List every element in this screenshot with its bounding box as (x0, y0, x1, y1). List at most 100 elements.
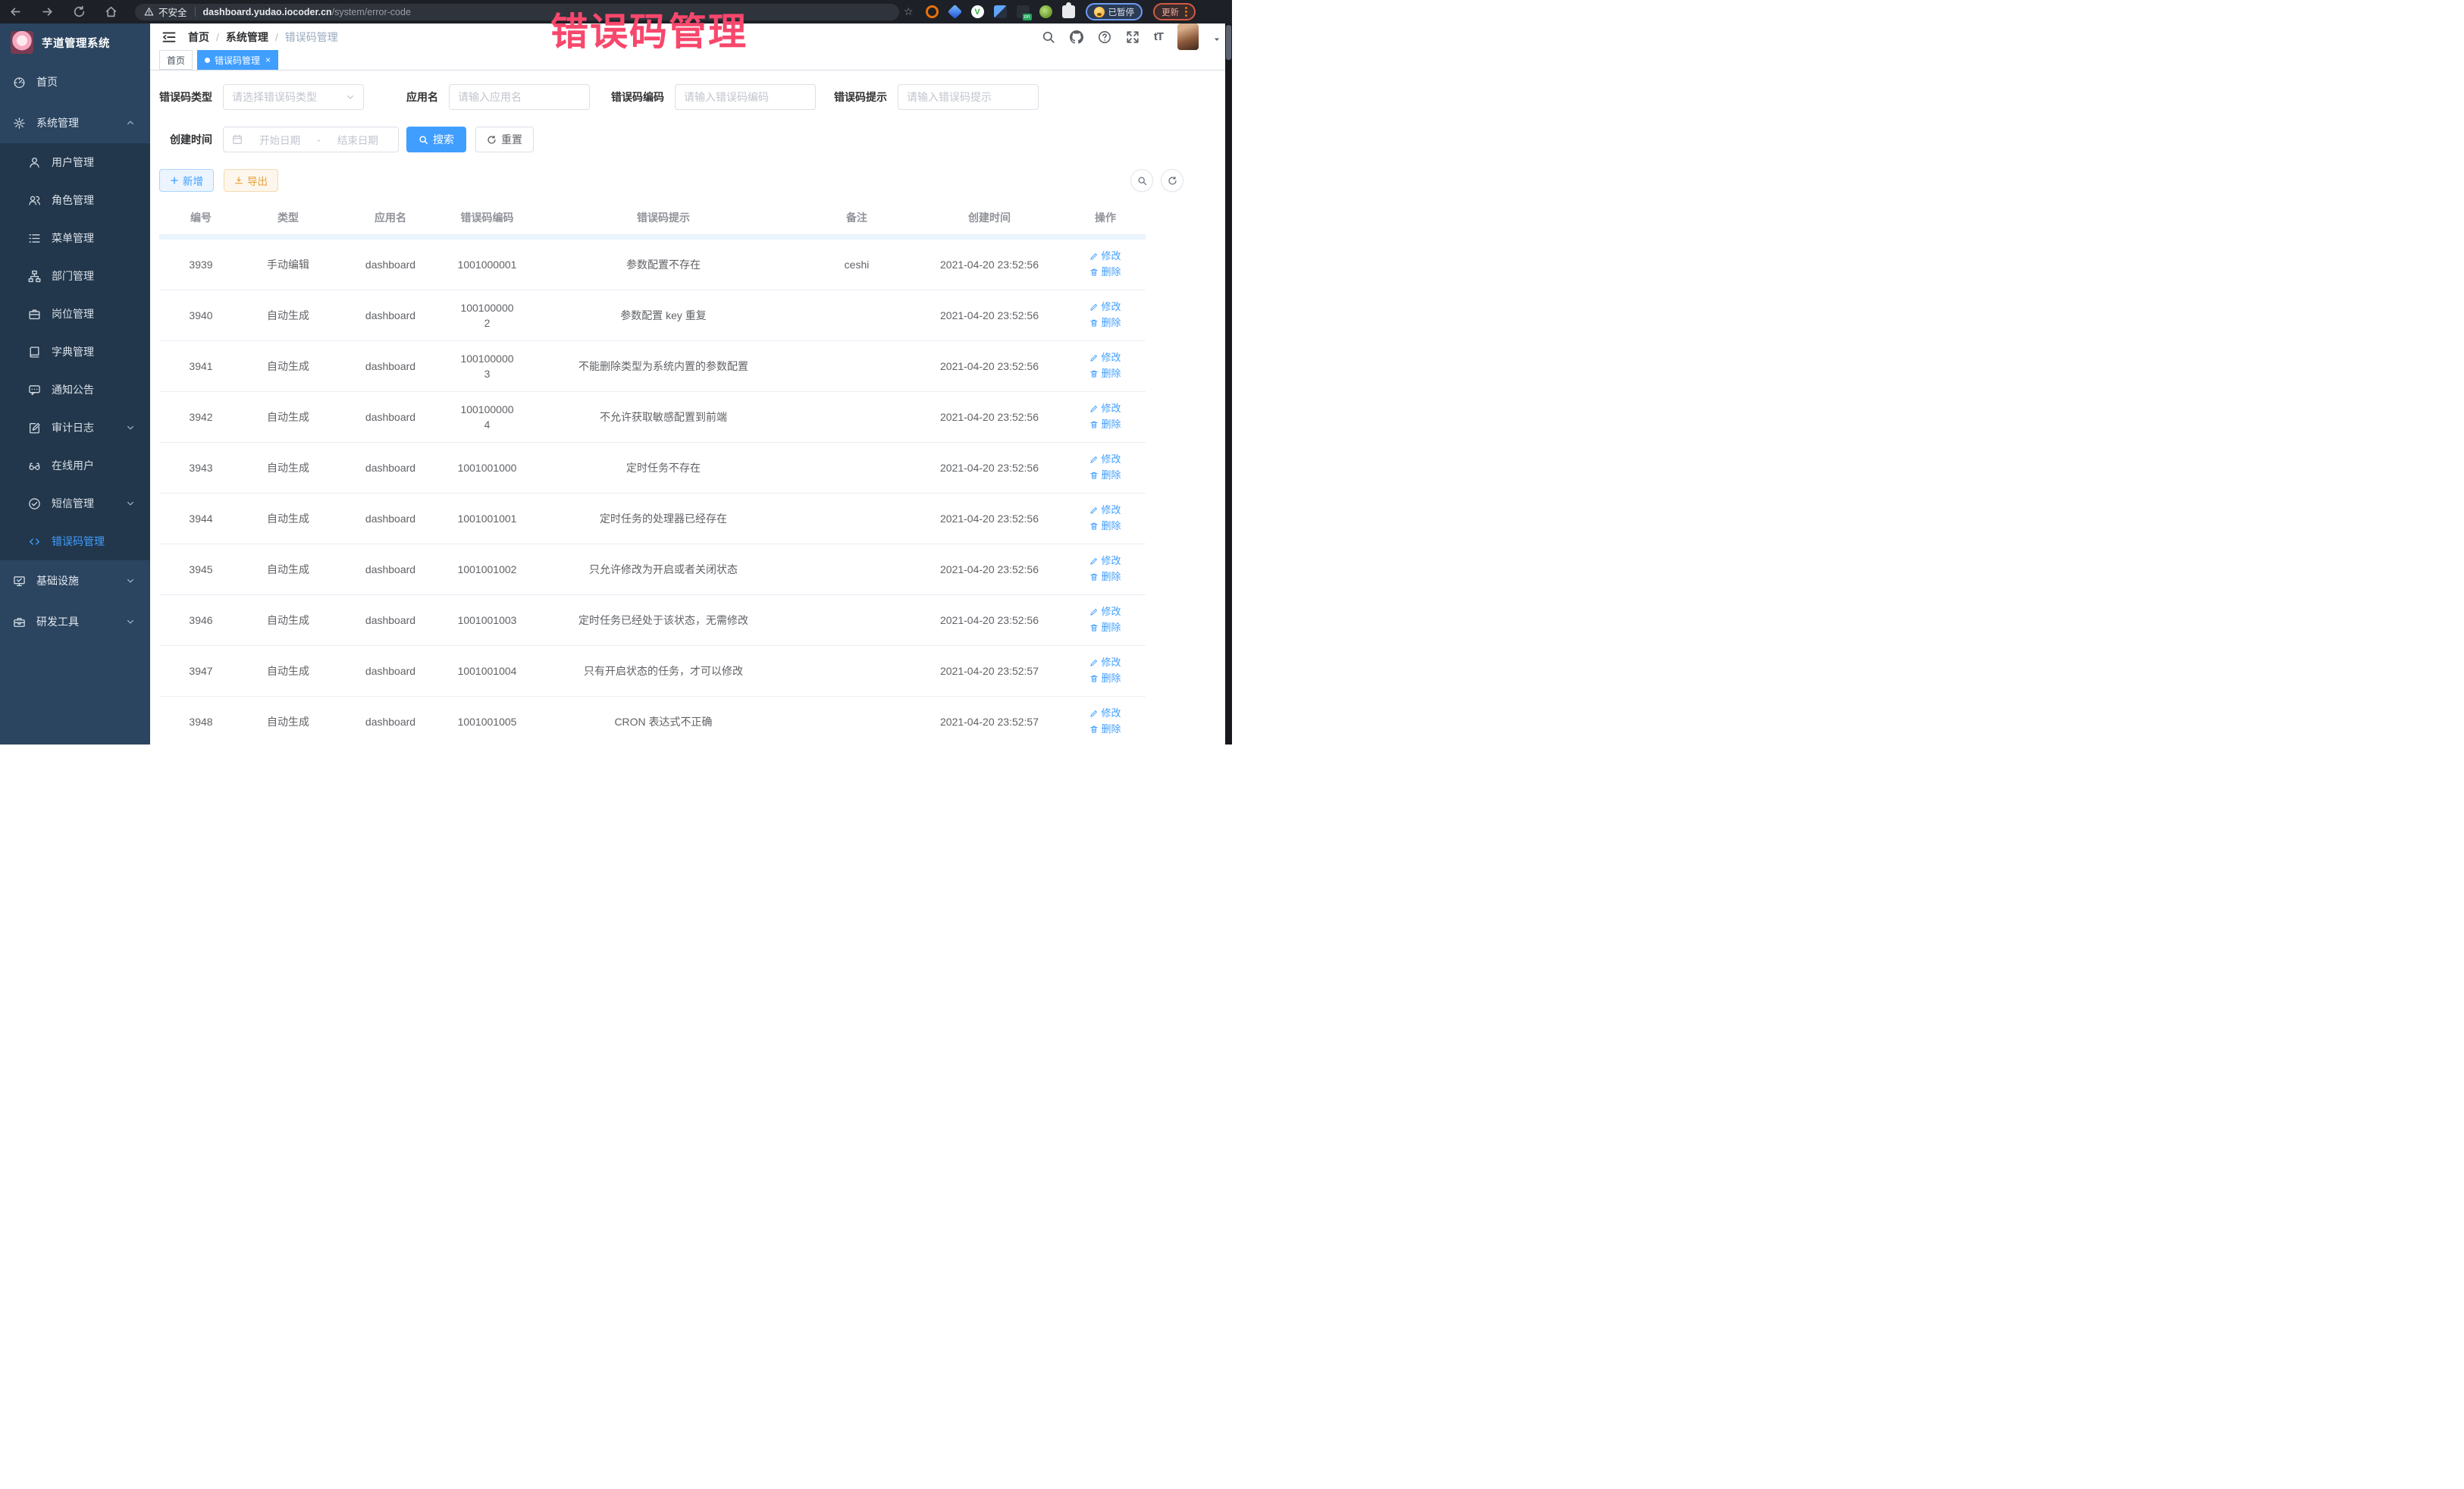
edit-link[interactable]: 修改 (1089, 299, 1121, 315)
reload-icon[interactable] (71, 5, 86, 20)
sidebar-item-dept-management[interactable]: 部门管理 (0, 257, 150, 295)
home-icon[interactable] (103, 5, 118, 20)
sidebar-item-sms-management[interactable]: 短信管理 (0, 484, 150, 522)
error-code-input[interactable] (684, 91, 807, 103)
user-menu-caret-icon[interactable] (1213, 33, 1221, 41)
cell-app: dashboard (334, 705, 447, 738)
date-start-placeholder: 开始日期 (248, 132, 312, 147)
delete-link[interactable]: 删除 (1089, 569, 1121, 585)
edit-link[interactable]: 修改 (1089, 706, 1121, 721)
extension-vue-icon[interactable] (971, 5, 984, 18)
refresh-icon (1168, 176, 1177, 186)
back-icon[interactable] (8, 5, 23, 20)
cell-id: 3948 (159, 705, 243, 738)
sidebar-item-home[interactable]: 首页 (0, 61, 150, 102)
breadcrumb-system[interactable]: 系统管理 (226, 30, 268, 45)
edit-link[interactable]: 修改 (1089, 604, 1121, 619)
cell-app: dashboard (334, 350, 447, 383)
edit-link[interactable]: 修改 (1089, 452, 1121, 467)
table-row: 3939手动编辑dashboard1001000001参数配置不存在ceshi2… (159, 240, 1146, 290)
cell-type: 自动生成 (243, 654, 334, 688)
reset-button[interactable]: 重置 (475, 127, 534, 152)
sidebar-item-online-users[interactable]: 在线用户 (0, 447, 150, 484)
bookmark-star-icon[interactable]: ☆ (904, 5, 914, 18)
font-size-icon[interactable]: tT (1154, 30, 1163, 43)
delete-link[interactable]: 删除 (1089, 417, 1121, 432)
extension-target-icon[interactable] (926, 5, 939, 18)
column-header: 操作 (1065, 201, 1146, 234)
tab-error-code[interactable]: 错误码管理 × (197, 50, 278, 70)
delete-link[interactable]: 删除 (1089, 265, 1121, 280)
edit-link[interactable]: 修改 (1089, 401, 1121, 416)
url-bar[interactable]: 不安全 dashboard.yudao.iocoder.cn/system/er… (135, 4, 899, 20)
scrollbar-thumb[interactable] (1226, 25, 1231, 60)
sidebar-collapse-icon[interactable] (161, 30, 177, 45)
browser-profile-chip[interactable]: 已暂停 (1086, 3, 1143, 20)
cell-app: dashboard (334, 299, 447, 332)
app-name-input[interactable] (458, 91, 581, 103)
search-icon[interactable] (1042, 30, 1055, 44)
sidebar-item-user-management[interactable]: 用户管理 (0, 143, 150, 181)
help-icon[interactable] (1098, 30, 1111, 44)
breadcrumb-home[interactable]: 首页 (188, 30, 209, 45)
sidebar-item-dev-tools[interactable]: 研发工具 (0, 601, 150, 642)
cell-code: 1001001002 (447, 553, 527, 586)
fullscreen-icon[interactable] (1126, 30, 1140, 44)
add-button[interactable]: 新增 (159, 169, 214, 192)
edit-link[interactable]: 修改 (1089, 655, 1121, 670)
cell-message: 只允许修改为开启或者关闭状态 (527, 553, 800, 586)
browser-update-button[interactable]: 更新 (1153, 3, 1196, 20)
delete-link[interactable]: 删除 (1089, 468, 1121, 483)
delete-link[interactable]: 删除 (1089, 519, 1121, 534)
sidebar-item-infrastructure[interactable]: 基础设施 (0, 560, 150, 601)
tab-home[interactable]: 首页 (159, 50, 193, 70)
edit-link[interactable]: 修改 (1089, 350, 1121, 365)
delete-link[interactable]: 删除 (1089, 315, 1121, 331)
close-tab-icon[interactable]: × (265, 55, 271, 64)
edit-link[interactable]: 修改 (1089, 249, 1121, 264)
trash-icon (1089, 318, 1099, 328)
column-header: 错误码提示 (527, 201, 800, 234)
forward-icon[interactable] (39, 5, 55, 20)
delete-link[interactable]: 删除 (1089, 366, 1121, 381)
sidebar-item-dict-management[interactable]: 字典管理 (0, 333, 150, 371)
delete-link[interactable]: 删除 (1089, 620, 1121, 635)
export-button[interactable]: 导出 (224, 169, 278, 192)
sidebar-item-audit-log[interactable]: 审计日志 (0, 409, 150, 447)
extension-switch-icon[interactable] (1017, 5, 1030, 18)
sidebar-item-label: 错误码管理 (52, 534, 105, 549)
extension-gem-icon[interactable] (947, 5, 961, 19)
sidebar-item-error-code-management[interactable]: 错误码管理 (0, 522, 150, 560)
search-button[interactable]: 搜索 (406, 127, 466, 152)
trash-icon (1089, 420, 1099, 429)
edit-link[interactable]: 修改 (1089, 503, 1121, 518)
delete-link[interactable]: 删除 (1089, 722, 1121, 737)
hide-search-button[interactable] (1130, 169, 1153, 192)
extension-key-icon[interactable] (1039, 5, 1052, 18)
extension-puzzle-icon[interactable] (1062, 5, 1075, 18)
page-scrollbar[interactable] (1225, 24, 1232, 744)
sidebar-item-label: 角色管理 (52, 193, 94, 208)
column-header: 备注 (800, 201, 914, 234)
cell-actions: 修改删除 (1065, 240, 1146, 290)
cell-code: 1001001001 (447, 502, 527, 535)
sidebar-item-role-management[interactable]: 角色管理 (0, 181, 150, 219)
trash-icon (1089, 674, 1099, 683)
error-msg-input[interactable] (907, 91, 1030, 103)
user-avatar[interactable] (1177, 24, 1199, 50)
sidebar-item-label: 用户管理 (52, 155, 94, 170)
extension-grid-icon[interactable] (994, 5, 1007, 18)
sidebar-item-post-management[interactable]: 岗位管理 (0, 295, 150, 333)
sidebar-item-menu-management[interactable]: 菜单管理 (0, 219, 150, 257)
cell-message: 参数配置 key 重复 (527, 299, 800, 332)
delete-link[interactable]: 删除 (1089, 671, 1121, 686)
error-type-select[interactable]: 请选择错误码类型 (223, 84, 364, 110)
date-range-picker[interactable]: 开始日期 - 结束日期 (223, 127, 399, 152)
refresh-table-button[interactable] (1161, 169, 1183, 192)
edit-link[interactable]: 修改 (1089, 553, 1121, 569)
sidebar-logo-bar[interactable]: 芋道管理系统 (0, 24, 150, 61)
github-icon[interactable] (1070, 30, 1083, 44)
sidebar-item-notice-announcement[interactable]: 通知公告 (0, 371, 150, 409)
sidebar-item-system-management[interactable]: 系统管理 (0, 102, 150, 143)
browser-menu-icon[interactable] (1185, 7, 1187, 17)
